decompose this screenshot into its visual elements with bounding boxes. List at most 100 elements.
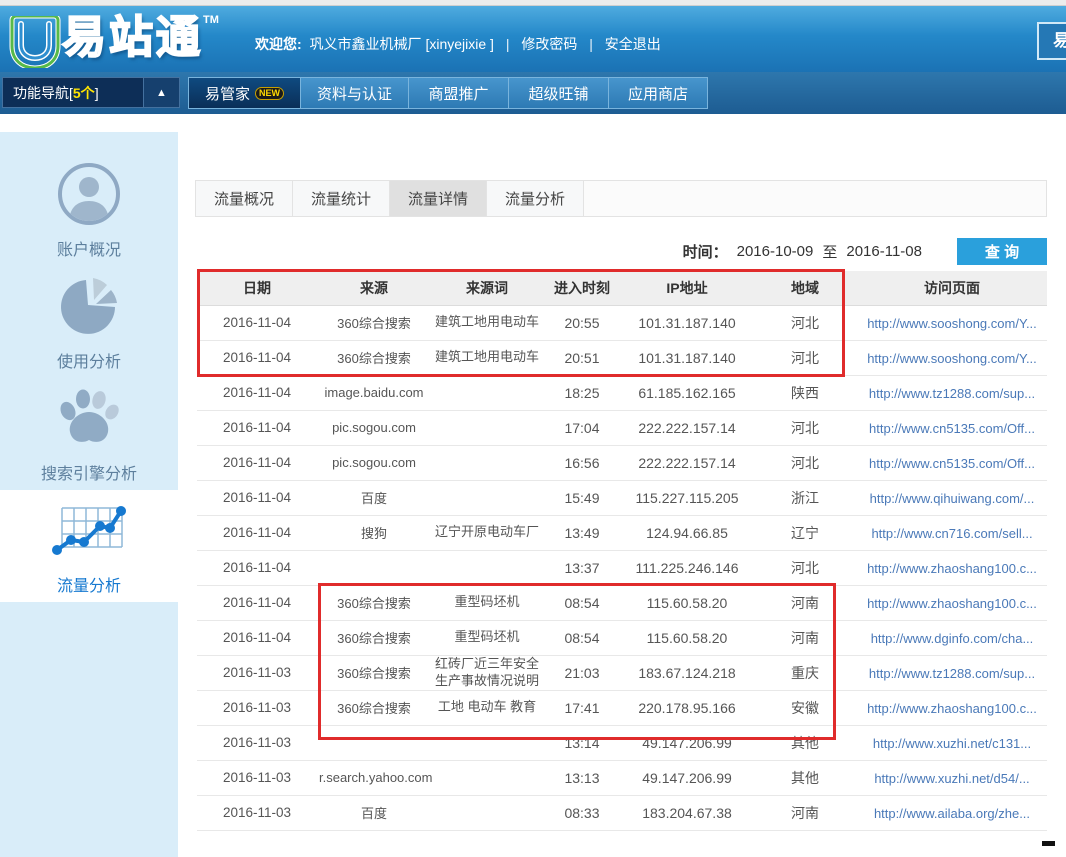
cell-visit-page: http://www.zhaoshang100.c... xyxy=(857,550,1047,585)
cell-visit-page: http://www.ailaba.org/zhe... xyxy=(857,795,1047,830)
filter-row: 时间： 2016-10-09 至 2016-11-08 查 询 xyxy=(195,236,1047,266)
traffic-table: 日期来源来源词进入时刻IP地址地域访问页面 2016-11-04360综合搜索建… xyxy=(197,271,1047,831)
table-row: 2016-11-04360综合搜索建筑工地用电动车20:55101.31.187… xyxy=(197,305,1047,340)
visit-page-link[interactable]: http://www.dginfo.com/cha... xyxy=(871,631,1034,646)
table-row: 2016-11-03360综合搜索红砖厂近三年安全生产事故情况说明21:0318… xyxy=(197,655,1047,690)
cell-source: 360综合搜索 xyxy=(317,655,431,690)
cell-visit-page: http://www.sooshong.com/Y... xyxy=(857,340,1047,375)
start-date-field[interactable]: 2016-10-09 xyxy=(737,243,814,260)
cell-ip: 49.147.206.99 xyxy=(621,725,753,760)
welcome-bar: 欢迎您: 巩义市鑫业机械厂 [xinyejixie ] | 修改密码 | 安全退… xyxy=(255,34,661,54)
cell-ip: 222.222.157.14 xyxy=(621,445,753,480)
cell-date: 2016-11-03 xyxy=(197,795,317,830)
visit-page-link[interactable]: http://www.ailaba.org/zhe... xyxy=(874,806,1030,821)
visit-page-link[interactable]: http://www.cn716.com/sell... xyxy=(871,526,1032,541)
function-nav-label: 功能导航[5个] xyxy=(13,83,99,103)
cell-entry-time: 08:54 xyxy=(543,620,621,655)
cell-source: image.baidu.com xyxy=(317,375,431,410)
cell-visit-page: http://www.sooshong.com/Y... xyxy=(857,305,1047,340)
nav-tab-4[interactable]: 应用商店 xyxy=(608,77,708,109)
artifact-dash xyxy=(1042,841,1055,846)
cell-source: 360综合搜索 xyxy=(317,305,431,340)
cell-visit-page: http://www.cn5135.com/Off... xyxy=(857,410,1047,445)
cell-keyword xyxy=(431,550,543,585)
cell-entry-time: 17:04 xyxy=(543,410,621,445)
nav-tab-2[interactable]: 商盟推广 xyxy=(408,77,508,109)
cell-keyword: 重型码坯机 xyxy=(431,620,543,655)
cell-entry-time: 18:25 xyxy=(543,375,621,410)
cell-keyword: 红砖厂近三年安全生产事故情况说明 xyxy=(431,655,543,690)
visit-page-link[interactable]: http://www.cn5135.com/Off... xyxy=(869,456,1035,471)
nav-tabs: 易管家NEW资料与认证商盟推广超级旺铺应用商店 xyxy=(188,77,708,109)
visit-page-link[interactable]: http://www.cn5135.com/Off... xyxy=(869,421,1035,436)
visit-page-link[interactable]: http://www.tz1288.com/sup... xyxy=(869,666,1035,681)
cell-entry-time: 13:49 xyxy=(543,515,621,550)
content-tab-1[interactable]: 流量统计 xyxy=(293,181,390,216)
logout-link[interactable]: 安全退出 xyxy=(605,36,661,52)
cell-region: 辽宁 xyxy=(753,515,857,550)
sidebar-item-0[interactable]: 账户概况 xyxy=(0,154,178,266)
visit-page-link[interactable]: http://www.sooshong.com/Y... xyxy=(867,351,1037,366)
corner-button[interactable]: 易站通 xyxy=(1037,22,1066,60)
sidebar-item-1[interactable]: 使用分析 xyxy=(0,266,178,378)
content-tab-0[interactable]: 流量概况 xyxy=(196,181,293,216)
end-date-field[interactable]: 2016-11-08 xyxy=(846,243,922,260)
cell-source: 搜狗 xyxy=(317,515,431,550)
content-tab-3[interactable]: 流量分析 xyxy=(487,181,584,216)
nav-tab-label: 应用商店 xyxy=(628,83,688,104)
visit-page-link[interactable]: http://www.zhaoshang100.c... xyxy=(867,701,1037,716)
cell-keyword xyxy=(431,760,543,795)
cell-date: 2016-11-04 xyxy=(197,480,317,515)
cell-entry-time: 08:33 xyxy=(543,795,621,830)
cell-date: 2016-11-04 xyxy=(197,550,317,585)
query-button[interactable]: 查 询 xyxy=(957,238,1047,265)
cell-source: 360综合搜索 xyxy=(317,340,431,375)
nav-tab-3[interactable]: 超级旺铺 xyxy=(508,77,608,109)
cell-region: 河南 xyxy=(753,620,857,655)
sidebar-item-2[interactable]: 搜索引擎分析 xyxy=(0,378,178,490)
cell-keyword: 建筑工地用电动车 xyxy=(431,340,543,375)
to-label: 至 xyxy=(822,241,837,262)
cell-source: pic.sogou.com xyxy=(317,445,431,480)
cell-entry-time: 13:13 xyxy=(543,760,621,795)
cell-date: 2016-11-03 xyxy=(197,690,317,725)
cell-visit-page: http://www.cn716.com/sell... xyxy=(857,515,1047,550)
cell-source: r.search.yahoo.com xyxy=(317,760,431,795)
visit-page-link[interactable]: http://www.qihuiwang.com/... xyxy=(870,491,1035,506)
content-tab-2[interactable]: 流量详情 xyxy=(390,181,487,216)
cell-entry-time: 17:41 xyxy=(543,690,621,725)
visit-page-link[interactable]: http://www.xuzhi.net/c131... xyxy=(873,736,1031,751)
cell-date: 2016-11-03 xyxy=(197,760,317,795)
cell-region: 安徽 xyxy=(753,690,857,725)
separator: | xyxy=(589,36,593,52)
column-header-1: 来源 xyxy=(317,271,431,305)
collapse-arrow-icon[interactable]: ▲ xyxy=(143,78,179,107)
function-nav-toggle[interactable]: 功能导航[5个] ▲ xyxy=(2,77,180,108)
nav-tab-1[interactable]: 资料与认证 xyxy=(300,77,408,109)
cell-keyword xyxy=(431,795,543,830)
cell-region: 河南 xyxy=(753,585,857,620)
nav-tab-label: 易管家 xyxy=(205,83,250,104)
visit-page-link[interactable]: http://www.zhaoshang100.c... xyxy=(867,596,1037,611)
column-header-0: 日期 xyxy=(197,271,317,305)
column-header-6: 访问页面 xyxy=(857,271,1047,305)
sidebar-item-3[interactable]: 流量分析 xyxy=(0,490,178,602)
change-password-link[interactable]: 修改密码 xyxy=(521,36,577,52)
cell-region: 河北 xyxy=(753,410,857,445)
cell-region: 其他 xyxy=(753,725,857,760)
app-window: 易站通 TM 欢迎您: 巩义市鑫业机械厂 [xinyejixie ] | 修改密… xyxy=(0,0,1066,857)
column-header-4: IP地址 xyxy=(621,271,753,305)
visit-page-link[interactable]: http://www.zhaoshang100.c... xyxy=(867,561,1037,576)
visit-page-link[interactable]: http://www.tz1288.com/sup... xyxy=(869,386,1035,401)
visit-page-link[interactable]: http://www.xuzhi.net/d54/... xyxy=(874,771,1029,786)
cell-date: 2016-11-04 xyxy=(197,620,317,655)
cell-source xyxy=(317,550,431,585)
welcome-user: 巩义市鑫业机械厂 [xinyejixie ] xyxy=(310,36,494,52)
cell-region: 浙江 xyxy=(753,480,857,515)
visit-page-link[interactable]: http://www.sooshong.com/Y... xyxy=(867,316,1037,331)
cell-keyword xyxy=(431,445,543,480)
nav-tab-0[interactable]: 易管家NEW xyxy=(188,77,300,109)
cell-entry-time: 15:49 xyxy=(543,480,621,515)
logo-u-icon xyxy=(8,16,62,73)
cell-ip: 101.31.187.140 xyxy=(621,305,753,340)
